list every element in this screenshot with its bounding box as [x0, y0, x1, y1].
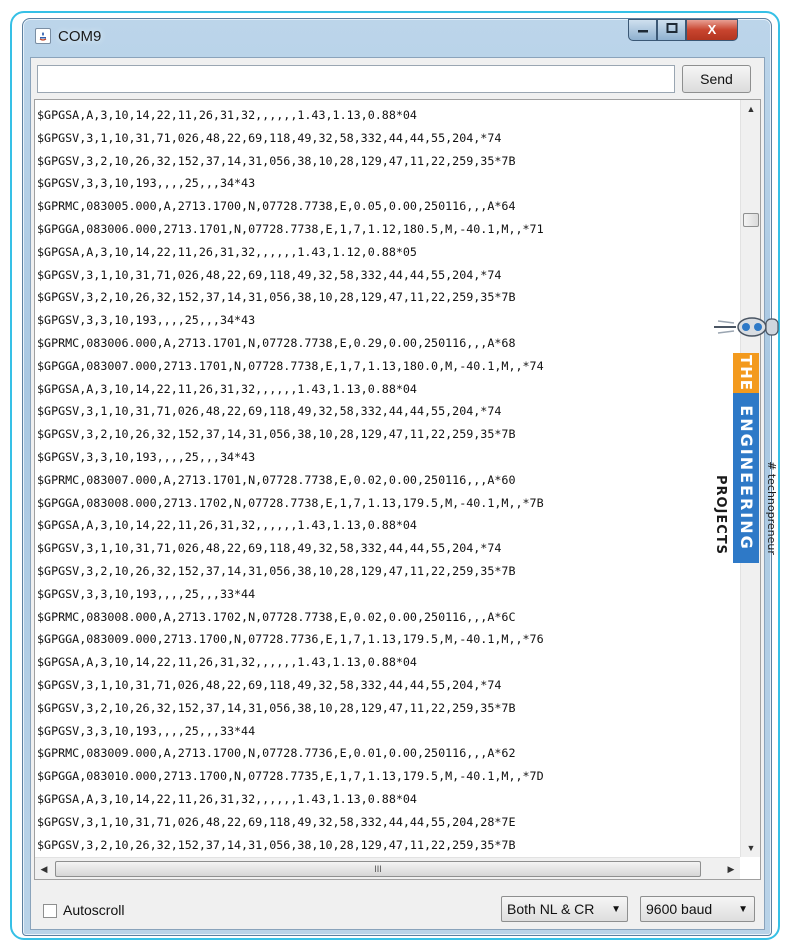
send-input[interactable]	[37, 65, 675, 93]
serial-output-line: $GPGSA,A,3,10,14,22,11,26,31,32,,,,,,1.4…	[37, 381, 417, 396]
serial-output-line: $GPGSV,3,2,10,26,32,152,37,14,31,056,38,…	[37, 153, 516, 168]
serial-output-line: $GPGGA,083006.000,2713.1701,N,07728.7738…	[37, 221, 544, 236]
serial-output-line: $GPGSV,3,2,10,26,32,152,37,14,31,056,38,…	[37, 700, 516, 715]
serial-output-line: $GPGSV,3,1,10,31,71,026,48,22,69,118,49,…	[37, 130, 502, 145]
window-title: COM9	[58, 28, 102, 45]
scroll-right-arrow-icon[interactable]: ▶	[722, 858, 740, 879]
serial-output-line: $GPGSV,3,2,10,26,32,152,37,14,31,056,38,…	[37, 837, 516, 852]
serial-output-line: $GPGSV,3,1,10,31,71,026,48,22,69,118,49,…	[37, 404, 502, 419]
serial-output-line: $GPGSV,3,2,10,26,32,152,37,14,31,056,38,…	[37, 427, 516, 442]
autoscroll-label: Autoscroll	[63, 902, 125, 918]
serial-output-line: $GPGSV,3,3,10,193,,,,25,,,34*43	[37, 176, 256, 191]
serial-output-line: $GPRMC,083008.000,A,2713.1702,N,07728.77…	[37, 609, 516, 624]
serial-output-line: $GPGGA,083009.000,2713.1700,N,07728.7736…	[37, 632, 544, 647]
watermark-tagline: # technopreneur	[765, 461, 778, 555]
baud-rate-select[interactable]: 9600 baud ▼	[640, 896, 755, 922]
engineering-projects-watermark: THE ENGINEERING PROJECTS # technopreneur	[713, 317, 779, 563]
scroll-left-arrow-icon[interactable]: ◀	[35, 858, 53, 879]
close-icon: X	[707, 22, 717, 37]
watermark-projects: PROJECTS	[713, 475, 728, 555]
serial-output[interactable]: $GPGSA,A,3,10,14,22,11,26,31,32,,,,,,1.4…	[34, 99, 761, 880]
serial-output-line: $GPGSV,3,1,10,31,71,026,48,22,69,118,49,…	[37, 814, 516, 829]
title-bar[interactable]: COM9 X	[23, 19, 771, 57]
serial-output-line: $GPGSV,3,3,10,193,,,,25,,,33*44	[37, 586, 256, 601]
serial-output-line: $GPGSV,3,1,10,31,71,026,48,22,69,118,49,…	[37, 677, 502, 692]
watermark-engineering: ENGINEERING	[737, 405, 756, 550]
serial-output-line: $GPRMC,083007.000,A,2713.1701,N,07728.77…	[37, 472, 516, 487]
send-button[interactable]: Send	[682, 65, 751, 93]
serial-output-line: $GPRMC,083009.000,A,2713.1700,N,07728.77…	[37, 746, 516, 761]
serial-output-line: $GPGSV,3,3,10,193,,,,25,,,34*43	[37, 449, 256, 464]
scroll-up-arrow-icon[interactable]: ▲	[741, 100, 760, 118]
serial-output-lines: $GPGSA,A,3,10,14,22,11,26,31,32,,,,,,1.4…	[37, 104, 717, 856]
line-ending-select[interactable]: Both NL & CR ▼	[501, 896, 628, 922]
maximize-icon	[666, 23, 677, 33]
close-button[interactable]: X	[686, 19, 738, 41]
serial-output-line: $GPGGA,083008.000,2713.1702,N,07728.7738…	[37, 495, 544, 510]
java-app-icon	[35, 28, 51, 44]
serial-output-line: $GPGGA,083007.000,2713.1701,N,07728.7738…	[37, 358, 544, 373]
serial-output-line: $GPGSV,3,2,10,26,32,152,37,14,31,056,38,…	[37, 563, 516, 578]
serial-output-line: $GPGSA,A,3,10,14,22,11,26,31,32,,,,,,1.4…	[37, 791, 417, 806]
serial-output-line: $GPGSA,A,3,10,14,22,11,26,31,32,,,,,,1.4…	[37, 655, 417, 670]
serial-output-line: $GPGGA,083010.000,2713.1700,N,07728.7735…	[37, 769, 544, 784]
serial-output-line: $GPRMC,083006.000,A,2713.1701,N,07728.77…	[37, 335, 516, 350]
scroll-down-arrow-icon[interactable]: ▼	[741, 839, 760, 857]
serial-output-line: $GPGSV,3,1,10,31,71,026,48,22,69,118,49,…	[37, 267, 502, 282]
maximize-button[interactable]	[657, 19, 686, 41]
serial-output-line: $GPGSA,A,3,10,14,22,11,26,31,32,,,,,,1.4…	[37, 108, 417, 122]
autoscroll-checkbox[interactable]	[43, 904, 57, 918]
minimize-icon	[637, 30, 648, 33]
serial-output-line: $GPGSV,3,3,10,193,,,,25,,,33*44	[37, 723, 256, 738]
baud-rate-value: 9600 baud	[646, 901, 713, 917]
robot-logo-icon	[714, 317, 779, 337]
minimize-button[interactable]	[628, 19, 657, 41]
serial-output-line: $GPRMC,083005.000,A,2713.1700,N,07728.77…	[37, 199, 516, 214]
bottom-bar: Autoscroll Both NL & CR ▼ 9600 baud ▼	[31, 884, 764, 929]
vertical-scroll-thumb[interactable]	[743, 213, 759, 227]
serial-output-line: $GPGSA,A,3,10,14,22,11,26,31,32,,,,,,1.4…	[37, 518, 417, 533]
serial-output-line: $GPGSV,3,1,10,31,71,026,48,22,69,118,49,…	[37, 541, 502, 556]
horizontal-scroll-thumb[interactable]: III	[55, 861, 701, 877]
serial-output-line: $GPGSV,3,3,10,193,,,,25,,,34*43	[37, 313, 256, 328]
client-area: Send $GPGSA,A,3,10,14,22,11,26,31,32,,,,…	[30, 57, 765, 930]
horizontal-scrollbar[interactable]: ◀ III ▶	[35, 857, 740, 879]
serial-monitor-window: COM9 X Send $GPGSA,A,3,10,14,22,11,26,31…	[22, 18, 772, 936]
serial-output-line: $GPGSV,3,2,10,26,32,152,37,14,31,056,38,…	[37, 290, 516, 305]
watermark-the: THE	[737, 355, 755, 391]
chevron-down-icon: ▼	[738, 904, 748, 915]
line-ending-value: Both NL & CR	[507, 901, 595, 917]
chevron-down-icon: ▼	[611, 904, 621, 915]
serial-output-line: $GPGSA,A,3,10,14,22,11,26,31,32,,,,,,1.4…	[37, 244, 417, 259]
